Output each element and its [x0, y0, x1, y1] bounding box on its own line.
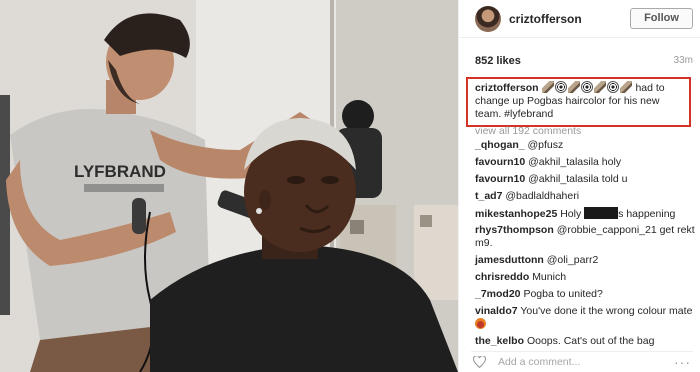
more-options-icon[interactable]: ···: [674, 354, 691, 370]
comment-username[interactable]: vinaldo7: [475, 305, 518, 317]
heart-icon[interactable]: [473, 356, 486, 368]
view-all-comments-link[interactable]: view all 192 comments: [475, 125, 581, 137]
comment-username[interactable]: mikestanhope25: [475, 208, 557, 220]
comment-row: vinaldo7 You've done it the wrong colour…: [475, 305, 695, 335]
comment-row: t_ad7 @badlaldhaheri: [475, 190, 695, 207]
comment-text: You've done it the wrong colour mate: [520, 305, 693, 317]
post-photo: LYFBRAND: [0, 0, 458, 372]
comment-row: _7mod20 Pogba to united?: [475, 288, 695, 305]
comment-text: @oli_parr2: [546, 254, 599, 266]
comment-row: mikestanhope25 Holy s happening: [475, 207, 695, 224]
comment-text: @akhil_talasila told u: [528, 173, 628, 185]
post-sidebar: criztofferson Follow 852 likes 33m crizt…: [458, 0, 700, 372]
comment-row: the_kelbo Ooops. Cat's out of the bag: [475, 335, 695, 352]
caption-username[interactable]: criztofferson: [475, 82, 539, 94]
add-comment-input[interactable]: [498, 355, 653, 369]
follow-button[interactable]: Follow: [630, 8, 693, 29]
clipper-icon: [541, 81, 554, 93]
soccer-ball-icon: [554, 81, 567, 93]
comment-row: jamesduttonn @oli_parr2: [475, 254, 695, 271]
add-comment-row: ···: [471, 351, 693, 371]
caption-emoji-row: [541, 81, 633, 94]
redaction-bar: [584, 207, 619, 219]
barbershop-scene-illustration: LYFBRAND: [0, 0, 458, 372]
soccer-ball-icon: [606, 81, 619, 93]
comment-text: @pfusz: [527, 139, 564, 151]
comment-text: @akhil_talasila holy: [528, 156, 622, 168]
likes-row: 852 likes 33m: [471, 52, 693, 68]
clipper-icon: [567, 81, 580, 93]
comment-row: chrisreddo Munich: [475, 271, 695, 288]
comment-text: Munich: [532, 271, 567, 283]
comment-username[interactable]: chrisreddo: [475, 271, 529, 283]
angry-face-icon: [475, 318, 486, 329]
caption: criztofferson had to change up Pogbas ha…: [475, 81, 686, 121]
comment-username[interactable]: rhys7thompson: [475, 224, 554, 236]
post-username[interactable]: criztofferson: [509, 12, 582, 26]
caption-highlight-box: criztofferson had to change up Pogbas ha…: [466, 77, 691, 127]
comment-text: s happening: [618, 208, 676, 220]
post-header: criztofferson Follow: [459, 0, 700, 38]
comment-row: favourn10 @akhil_talasila told u: [475, 173, 695, 190]
avatar[interactable]: [475, 6, 501, 32]
comment-row: rhys7thompson @robbie_capponi_21 get rek…: [475, 224, 695, 254]
post-timestamp[interactable]: 33m: [674, 55, 693, 66]
comment-username[interactable]: jamesduttonn: [475, 254, 544, 266]
comment-text: Ooops. Cat's out of the bag: [526, 335, 655, 347]
likes-count[interactable]: 852 likes: [475, 55, 521, 67]
clipper-icon: [619, 81, 632, 93]
comment-row: favourn10 @akhil_talasila holy: [475, 156, 695, 173]
comment-username[interactable]: _qhogan_: [475, 139, 525, 151]
comment-username[interactable]: favourn10: [475, 156, 525, 168]
comments-list: _qhogan_ @pfusz favourn10 @akhil_talasila…: [475, 139, 695, 352]
comment-text: Holy: [560, 208, 582, 220]
soccer-ball-icon: [580, 81, 593, 93]
shirt-logo-text: LYFBRAND: [74, 162, 166, 181]
comment-text: Pogba to united?: [523, 288, 603, 300]
comment-username[interactable]: the_kelbo: [475, 335, 524, 347]
comment-username[interactable]: _7mod20: [475, 288, 521, 300]
comment-username[interactable]: favourn10: [475, 173, 525, 185]
comment-username[interactable]: t_ad7: [475, 190, 502, 202]
comment-text: @badlaldhaheri: [505, 190, 580, 202]
clipper-icon: [593, 81, 606, 93]
comment-row: _qhogan_ @pfusz: [475, 139, 695, 156]
